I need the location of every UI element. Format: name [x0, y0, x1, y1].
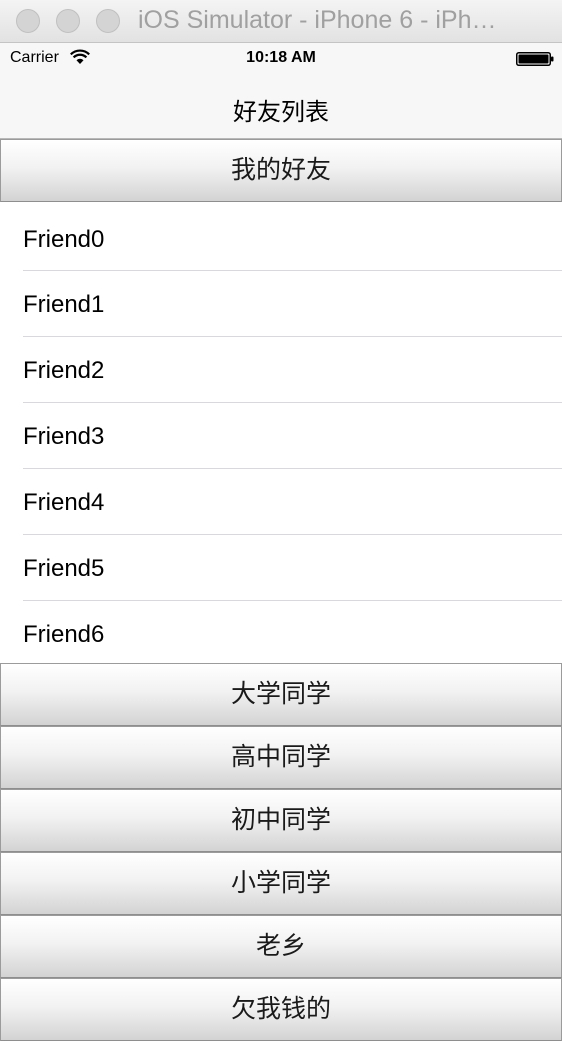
group-header-primary-school-classmates[interactable]: 小学同学	[0, 852, 562, 915]
battery-full-icon	[516, 52, 554, 66]
friend-name: Friend3	[23, 423, 105, 450]
status-time: 10:18 AM	[246, 49, 316, 66]
friend-cell[interactable]: Friend3	[0, 403, 562, 469]
friend-name: Friend5	[23, 555, 105, 582]
friend-group-table[interactable]: 我的好友 Friend0 Friend1 Friend2 Friend3 Fri…	[0, 139, 562, 1041]
friend-cell[interactable]: Friend1	[0, 271, 562, 337]
friend-name: Friend2	[23, 357, 105, 384]
friend-name: Friend6	[23, 621, 105, 648]
friend-cell[interactable]: Friend4	[0, 469, 562, 535]
zoom-window-button[interactable]	[96, 9, 120, 33]
group-header-owe-me-money[interactable]: 欠我钱的	[0, 978, 562, 1041]
window-title: iOS Simulator - iPhone 6 - iPh…	[138, 6, 497, 34]
group-header-college-classmates[interactable]: 大学同学	[0, 663, 562, 726]
friend-cell[interactable]: Friend6	[0, 601, 562, 663]
window-title-bar: iOS Simulator - iPhone 6 - iPh…	[0, 0, 562, 43]
group-header-hometown-friends[interactable]: 老乡	[0, 915, 562, 978]
friend-name: Friend1	[23, 291, 105, 318]
minimize-window-button[interactable]	[56, 9, 80, 33]
group-header-high-school-classmates[interactable]: 高中同学	[0, 726, 562, 789]
simulator-window: iOS Simulator - iPhone 6 - iPh… Carrier …	[0, 0, 562, 1044]
navigation-bar: 好友列表	[0, 76, 562, 139]
close-window-button[interactable]	[16, 9, 40, 33]
page-title: 好友列表	[233, 98, 329, 126]
friend-cell[interactable]: Friend2	[0, 337, 562, 403]
status-bar: Carrier 10:18 AM	[0, 43, 562, 76]
group-header-middle-school-classmates[interactable]: 初中同学	[0, 789, 562, 852]
friend-name: Friend0	[23, 226, 105, 253]
friend-name: Friend4	[23, 489, 105, 516]
friend-cell[interactable]: Friend0	[0, 202, 562, 271]
group-header-my-friends[interactable]: 我的好友	[0, 139, 562, 202]
friend-cell[interactable]: Friend5	[0, 535, 562, 601]
